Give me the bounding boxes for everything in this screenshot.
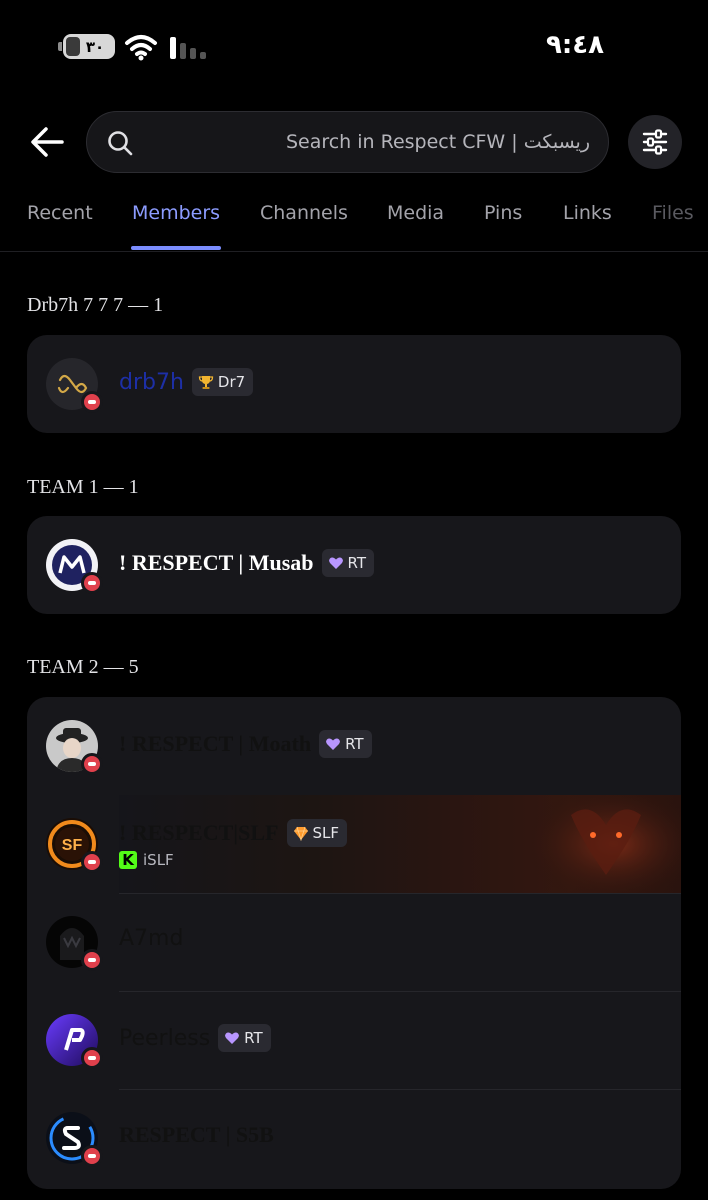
clock: ٩:٤٨ bbox=[545, 30, 604, 60]
purple-heart-icon bbox=[326, 738, 340, 750]
member-name: ! RESPECT | Musab bbox=[119, 550, 314, 575]
role-tag: RT bbox=[218, 1024, 271, 1052]
filter-button[interactable] bbox=[628, 115, 682, 169]
tab-channels[interactable]: Channels bbox=[260, 202, 348, 224]
active-tab-indicator bbox=[131, 246, 221, 250]
dnd-status-icon bbox=[81, 851, 103, 873]
tab-pins[interactable]: Pins bbox=[484, 202, 522, 224]
activity-text: iSLF bbox=[143, 851, 174, 869]
section-title: TEAM 1 — 1 bbox=[27, 476, 139, 498]
trophy-icon bbox=[198, 376, 214, 389]
status-bar: ٣٠ ٩:٤٨ bbox=[0, 0, 708, 90]
battery-level: ٣٠ bbox=[85, 37, 105, 56]
tab-bar: Recent Members Channels Media Pins Links… bbox=[0, 190, 708, 252]
role-tag: Dr7 bbox=[191, 368, 254, 396]
role-tag-label: RT bbox=[345, 735, 364, 753]
dnd-status-icon bbox=[81, 753, 103, 775]
section-title: Drb7h 7 7 7 — 1 bbox=[27, 294, 164, 316]
dnd-status-icon bbox=[81, 391, 103, 413]
dnd-status-icon bbox=[81, 1145, 103, 1167]
member-card: drb7h Dr7 bbox=[27, 335, 681, 433]
activity-status: K iSLF bbox=[119, 851, 174, 869]
member-row[interactable]: Peerless RT bbox=[27, 991, 681, 1089]
search-input[interactable] bbox=[147, 112, 590, 172]
tab-files[interactable]: Files bbox=[652, 202, 694, 224]
cellular-signal-icon bbox=[170, 37, 206, 59]
kick-icon: K bbox=[119, 851, 137, 869]
member-card: ! RESPECT | Musab RT bbox=[27, 516, 681, 614]
member-name: RESPECT | S5B bbox=[119, 1122, 274, 1147]
battery-icon: ٣٠ bbox=[58, 34, 115, 59]
role-tag-label: RT bbox=[347, 554, 367, 572]
role-tag-label: Dr7 bbox=[217, 373, 246, 391]
search-bar[interactable] bbox=[86, 111, 609, 173]
back-arrow-icon[interactable] bbox=[28, 122, 68, 162]
member-row[interactable]: A7md bbox=[27, 893, 681, 991]
dnd-status-icon bbox=[81, 949, 103, 971]
member-row[interactable]: ! RESPECT | Moath RT bbox=[27, 697, 681, 795]
tab-links[interactable]: Links bbox=[563, 202, 612, 224]
role-tag: RT bbox=[319, 730, 372, 758]
tab-media[interactable]: Media bbox=[387, 202, 444, 224]
member-row[interactable]: ! RESPECT | Musab RT bbox=[27, 516, 681, 614]
section-title: TEAM 2 — 5 bbox=[27, 656, 139, 678]
dnd-status-icon bbox=[81, 572, 103, 594]
svg-text:SF: SF bbox=[62, 837, 83, 854]
member-name: ! RESPECT | Moath bbox=[119, 731, 312, 756]
member-row[interactable]: SF ! RESPECT|SLF SLF K iSLF bbox=[27, 795, 681, 893]
wifi-icon bbox=[125, 35, 157, 61]
role-tag: SLF bbox=[286, 819, 348, 847]
tab-members[interactable]: Members bbox=[132, 202, 220, 224]
dragon-banner-image bbox=[531, 795, 681, 893]
member-name: ! RESPECT|SLF bbox=[119, 820, 279, 845]
purple-heart-icon bbox=[328, 557, 343, 569]
member-row[interactable]: drb7h Dr7 bbox=[27, 335, 681, 433]
dnd-status-icon bbox=[81, 1047, 103, 1069]
purple-heart-icon bbox=[225, 1032, 240, 1044]
sliders-icon bbox=[642, 129, 668, 155]
orange-gem-icon bbox=[293, 826, 308, 841]
search-icon bbox=[108, 131, 133, 156]
member-row[interactable]: RESPECT | S5B bbox=[27, 1089, 681, 1187]
role-tag-label: RT bbox=[244, 1029, 263, 1047]
tab-recent[interactable]: Recent bbox=[27, 202, 93, 224]
member-card: ! RESPECT | Moath RT SF ! RESPECT|SLF SL… bbox=[27, 697, 681, 1189]
member-name: drb7h bbox=[119, 369, 184, 395]
member-name: A7md bbox=[119, 926, 184, 951]
member-name: Peerless bbox=[119, 1025, 211, 1051]
role-tag: RT bbox=[321, 549, 375, 577]
role-tag-label: SLF bbox=[312, 824, 340, 842]
